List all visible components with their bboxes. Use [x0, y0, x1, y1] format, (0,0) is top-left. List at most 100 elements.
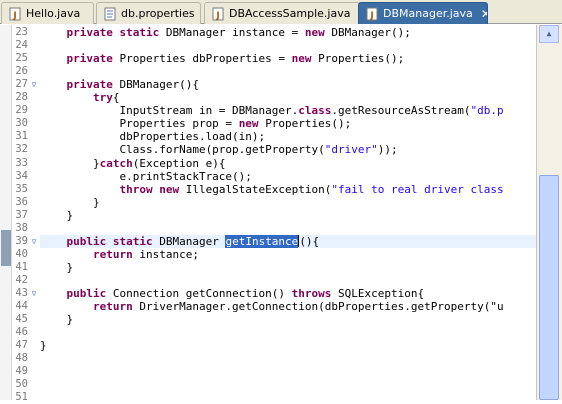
code-token: } — [40, 196, 100, 209]
line-number: 39 — [15, 235, 28, 247]
line-number: 47 — [15, 339, 28, 351]
code-token: } — [40, 209, 74, 222]
keyword-token: return — [40, 248, 140, 261]
code-token: Class.forName(prop.getProperty( — [40, 143, 325, 156]
current-line-marker — [1, 230, 11, 266]
line-number: 42 — [15, 274, 28, 286]
java-file-icon: J — [366, 7, 378, 21]
line-number: 36 — [15, 196, 28, 208]
line-number: 51 — [15, 391, 28, 403]
code-token: SQLException{ — [338, 287, 425, 300]
code-token: } — [40, 157, 100, 170]
code-line[interactable]: } — [40, 209, 73, 222]
selected-text: getInstance — [225, 235, 299, 248]
keyword-token: try — [40, 91, 113, 104]
code-token: { — [112, 91, 120, 104]
tab-dbmanager-java[interactable]: J DBManager.java ✕ — [358, 2, 488, 24]
tab-hello-java[interactable]: J Hello.java — [1, 2, 94, 24]
code-line[interactable]: }catch(Exception e){ — [40, 157, 225, 170]
code-line[interactable]: Properties prop = new Properties(); — [40, 117, 351, 130]
code-line[interactable]: } — [40, 313, 73, 326]
line-number: 23 — [15, 26, 28, 38]
code-token: DBManager instance = — [165, 26, 305, 39]
keyword-token: catch — [99, 157, 133, 170]
code-line[interactable]: private DBManager(){ — [40, 78, 198, 91]
fold-toggle-icon[interactable]: ▽ — [30, 81, 38, 89]
keyword-token: private static — [40, 26, 166, 39]
line-number: 30 — [15, 117, 28, 129]
line-number: 43 — [15, 287, 28, 299]
keyword-token: new — [238, 117, 266, 130]
keyword-token: new — [291, 52, 319, 65]
code-line[interactable]: private Properties dbProperties = new Pr… — [40, 52, 404, 65]
keyword-token: return — [40, 300, 140, 313]
code-token: DBManager — [159, 235, 226, 248]
svg-text:J: J — [215, 11, 219, 21]
code-token: DBManager(); — [331, 26, 411, 39]
code-token: e.printStackTrace(); — [40, 170, 252, 183]
tab-label: DBManager.java — [383, 7, 473, 20]
code-line[interactable]: Class.forName(prop.getProperty("driver")… — [40, 143, 398, 156]
code-line[interactable]: e.printStackTrace(); — [40, 170, 252, 183]
string-token: "fail to real driver class — [331, 183, 504, 196]
keyword-token: new — [304, 26, 332, 39]
java-file-icon: J — [9, 7, 21, 21]
keyword-token: private — [40, 52, 120, 65]
tab-dbaccesssample-java[interactable]: J DBAccessSample.java — [204, 2, 360, 24]
keyword-token: throws — [291, 287, 339, 300]
line-number: 38 — [15, 222, 28, 234]
keyword-token: throw new — [40, 183, 186, 196]
line-number-gutter: 23 24 25 26 27 ▽ 28 29 30 31 32 33 34 35 36 37 38 39 ▽ 40 41… — [12, 25, 40, 403]
tab-db-properties[interactable]: db.properties — [96, 2, 201, 24]
java-file-icon: J — [212, 7, 224, 21]
fold-toggle-icon[interactable]: ▽ — [30, 290, 38, 298]
code-token: Properties(); — [265, 117, 352, 130]
scrollbar-thumb[interactable] — [539, 175, 559, 400]
code-token: instance; — [139, 248, 199, 261]
code-token: DriverManager.getConnection(dbProperties… — [139, 300, 504, 313]
code-line[interactable]: } — [40, 196, 100, 209]
code-line[interactable]: InputStream in = DBManager.class.getReso… — [40, 104, 503, 117]
code-lines[interactable]: private static DBManager instance = new … — [40, 25, 536, 400]
line-number: 45 — [15, 313, 28, 325]
close-tab-icon[interactable]: ✕ — [481, 7, 487, 21]
code-line[interactable]: public Connection getConnection() throws… — [40, 287, 424, 300]
line-number: 34 — [15, 170, 28, 182]
code-token: Properties prop = — [40, 117, 239, 130]
line-number: 26 — [15, 65, 28, 77]
line-number: 32 — [15, 143, 28, 155]
editor-tab-bar: J Hello.java db.properties J DBAccessSample.… — [0, 0, 562, 24]
code-token: dbProperties.load(in); — [40, 130, 266, 143]
code-line[interactable]: } — [40, 261, 73, 274]
code-line[interactable]: try{ — [40, 91, 120, 104]
line-number: 44 — [15, 300, 28, 312]
keyword-token: private — [40, 78, 120, 91]
line-number: 50 — [15, 378, 28, 390]
svg-text:J: J — [12, 11, 16, 21]
code-token: .getResourceAsStream( — [331, 104, 471, 117]
code-token: } — [40, 313, 74, 326]
code-token: Properties dbProperties = — [119, 52, 292, 65]
code-line[interactable]: public static DBManager getInstance(){ — [40, 235, 319, 248]
code-token: Connection getConnection() — [112, 287, 292, 300]
svg-text:J: J — [369, 11, 373, 21]
code-line[interactable]: dbProperties.load(in); — [40, 130, 265, 143]
line-number: 46 — [15, 326, 28, 338]
code-editor[interactable]: 23 24 25 26 27 ▽ 28 29 30 31 32 33 34 35 36 37 38 39 ▽ 40 41… — [0, 25, 562, 403]
code-line[interactable]: } — [40, 339, 47, 352]
code-token: )); — [377, 143, 398, 156]
code-token: } — [40, 339, 47, 352]
code-line[interactable]: throw new IllegalStateException("fail to… — [40, 183, 504, 196]
code-line[interactable]: return DriverManager.getConnection(dbPro… — [40, 300, 504, 313]
code-line[interactable]: private static DBManager instance = new … — [40, 26, 411, 39]
scroll-up-button[interactable]: ▲ — [539, 25, 559, 43]
code-token: } — [40, 261, 74, 274]
string-token: "driver" — [324, 143, 378, 156]
properties-file-icon — [104, 7, 116, 20]
line-number: 24 — [15, 39, 28, 51]
line-number: 27 — [15, 78, 28, 90]
code-token: InputStream in = DBManager. — [40, 104, 299, 117]
fold-toggle-icon[interactable]: ▽ — [30, 238, 38, 246]
code-line[interactable]: return instance; — [40, 248, 199, 261]
vertical-scrollbar[interactable]: ▲ — [536, 25, 562, 400]
